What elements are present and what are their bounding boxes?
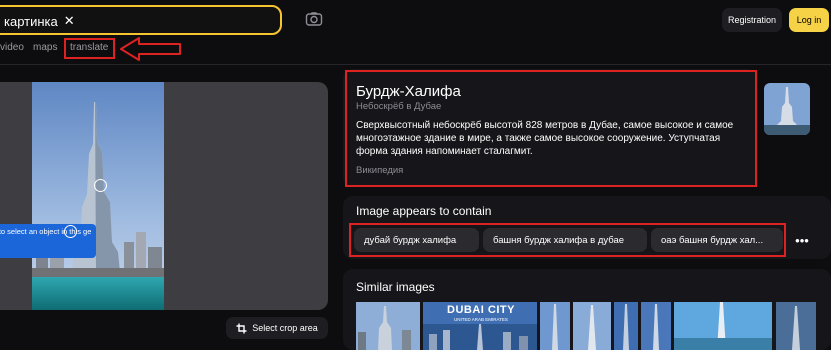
- similar-image-thumbnail[interactable]: [776, 302, 816, 350]
- similar-image-thumbnail[interactable]: [356, 302, 420, 350]
- tag-chip[interactable]: оаэ башня бурдж хал...: [651, 228, 783, 252]
- contains-title: Image appears to contain: [356, 204, 492, 218]
- similar-image-subcaption: UNITED ARAB EMIRATES: [454, 317, 508, 322]
- tag-chip[interactable]: дубай бурдж халифа: [354, 228, 479, 252]
- crop-label: Select crop area: [252, 323, 318, 333]
- similar-image-thumbnail[interactable]: [674, 302, 772, 350]
- select-crop-button[interactable]: Select crop area: [226, 317, 328, 339]
- clear-icon[interactable]: ✕: [64, 13, 75, 29]
- login-button[interactable]: Log in: [789, 8, 829, 32]
- similar-image-thumbnail[interactable]: [573, 302, 611, 350]
- more-options-button[interactable]: •••: [791, 228, 813, 252]
- object-marker[interactable]: [94, 179, 107, 192]
- similar-image-thumbnail[interactable]: [614, 302, 638, 350]
- object-marker[interactable]: [64, 225, 77, 238]
- search-image-chip[interactable]: картинка ✕: [4, 11, 75, 31]
- crop-icon: [236, 323, 247, 333]
- tag-chip[interactable]: башня бурдж халифа в дубае: [483, 228, 647, 252]
- search-chip-label: картинка: [4, 13, 58, 29]
- skyline-graphic: [423, 324, 537, 350]
- similar-image-thumbnail[interactable]: [540, 302, 570, 350]
- camera-icon[interactable]: [305, 11, 323, 27]
- wiki-subtitle: Небоскрёб в Дубае: [356, 101, 442, 112]
- wiki-thumbnail[interactable]: [764, 83, 810, 135]
- registration-button[interactable]: Registration: [722, 8, 782, 32]
- wiki-description: Сверхвысотный небоскрёб высотой 828 метр…: [356, 120, 734, 157]
- tab-maps[interactable]: maps: [33, 42, 57, 53]
- page: картинка ✕ Registration Log in video map…: [0, 0, 831, 350]
- header-divider: [0, 64, 831, 65]
- wiki-source-link[interactable]: Википедия: [356, 165, 403, 176]
- similar-image-caption: DUBAI CITY: [447, 304, 515, 316]
- select-object-tooltip: k to select an object in this ge: [0, 224, 96, 258]
- image-viewer[interactable]: k to select an object in this ge: [0, 82, 328, 310]
- wiki-title[interactable]: Бурдж-Халифа: [356, 83, 461, 100]
- search-box[interactable]: картинка ✕: [0, 5, 282, 35]
- similar-image-thumbnail[interactable]: DUBAI CITY UNITED ARAB EMIRATES: [423, 302, 537, 350]
- tab-video[interactable]: video: [0, 42, 24, 53]
- pointer-arrow-icon: [120, 37, 181, 61]
- similar-image-thumbnail[interactable]: [641, 302, 671, 350]
- burj-khalifa-photo: [32, 82, 164, 310]
- translate-highlight-box: [64, 38, 115, 59]
- similar-title: Similar images: [356, 280, 435, 294]
